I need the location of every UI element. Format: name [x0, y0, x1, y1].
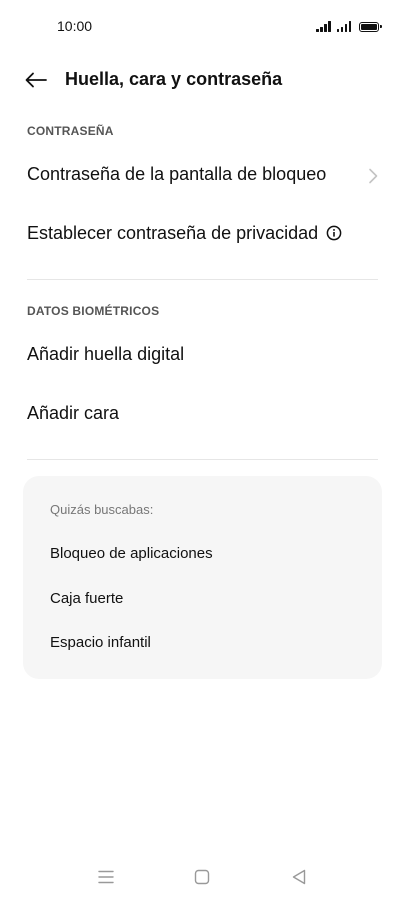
- list-item-label: Añadir huella digital: [27, 344, 185, 364]
- arrow-left-icon: [25, 72, 47, 88]
- list-item-label: Establecer contraseña de privacidad: [27, 223, 319, 243]
- status-icons: [316, 18, 382, 32]
- app-header: Huella, cara y contraseña: [0, 60, 405, 100]
- status-bar: 10:00: [0, 0, 405, 54]
- info-icon[interactable]: [326, 225, 342, 241]
- lock-screen-password-item[interactable]: Contraseña de la pantalla de bloqueo: [0, 147, 405, 205]
- home-icon[interactable]: [193, 868, 211, 886]
- battery-icon: [359, 22, 382, 32]
- navigation-bar: [0, 860, 405, 894]
- suggestion-safe[interactable]: Caja fuerte: [50, 590, 123, 607]
- privacy-password-item[interactable]: Establecer contraseña de privacidad: [0, 206, 405, 264]
- status-time: 10:00: [57, 18, 93, 34]
- section-header-password: CONTRASEÑA: [27, 124, 114, 138]
- list-item-label-wrap: Establecer contraseña de privacidad: [27, 223, 342, 244]
- suggestion-app-lock[interactable]: Bloqueo de aplicaciones: [50, 545, 213, 562]
- divider: [27, 279, 378, 280]
- suggestion-kids-space[interactable]: Espacio infantil: [50, 634, 151, 651]
- chevron-right-icon: [369, 168, 378, 184]
- divider: [27, 459, 378, 460]
- add-fingerprint-item[interactable]: Añadir huella digital: [0, 327, 405, 385]
- back-triangle-icon[interactable]: [290, 868, 308, 886]
- suggestions-title: Quizás buscabas:: [50, 502, 154, 517]
- menu-icon[interactable]: [97, 868, 115, 886]
- suggestions-card: Quizás buscabas: Bloqueo de aplicaciones…: [23, 476, 382, 679]
- page-title: Huella, cara y contraseña: [65, 69, 283, 89]
- section-header-biometrics: DATOS BIOMÉTRICOS: [27, 304, 160, 318]
- add-face-item[interactable]: Añadir cara: [0, 386, 405, 444]
- signal-icon: [316, 20, 331, 32]
- signal-icon: [336, 20, 351, 32]
- list-item-label: Añadir cara: [27, 403, 120, 423]
- back-button[interactable]: [22, 66, 50, 94]
- list-item-label: Contraseña de la pantalla de bloqueo: [27, 164, 327, 184]
